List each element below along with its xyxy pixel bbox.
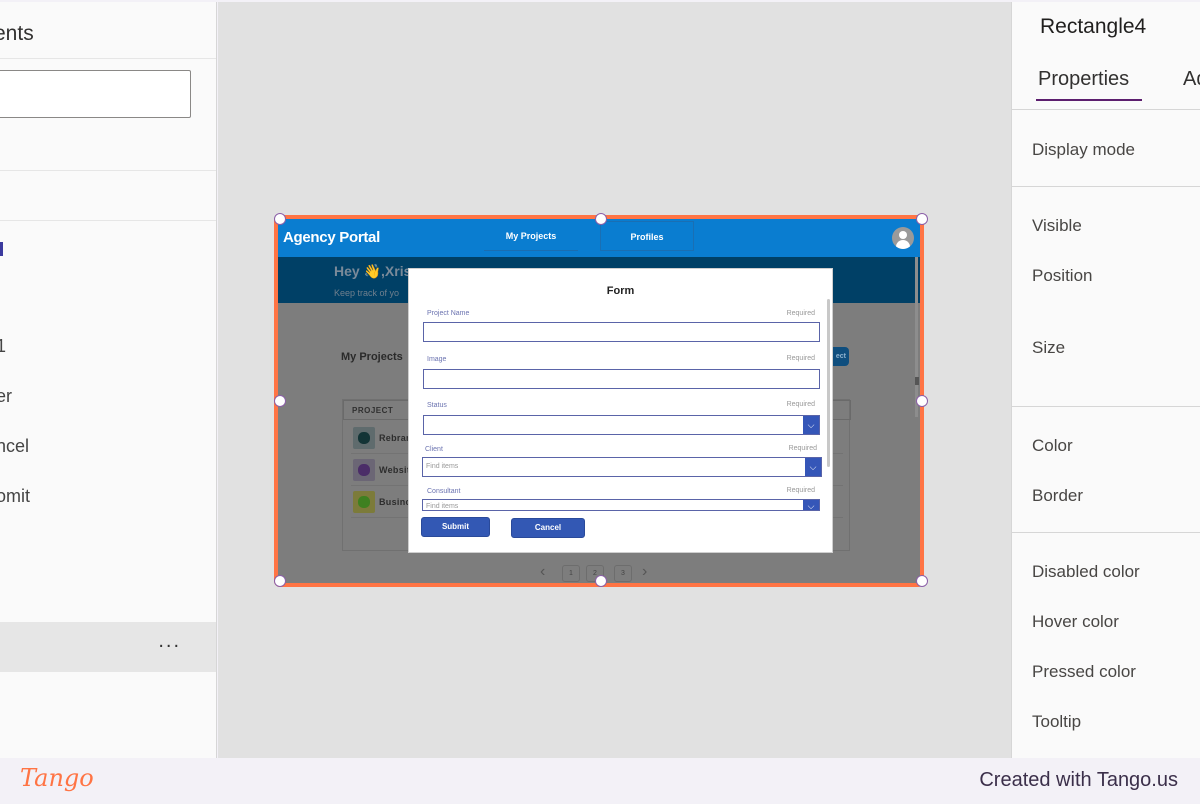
chevron-down-icon[interactable]: ⌵ xyxy=(803,416,819,434)
prev-page-icon[interactable]: ‹ xyxy=(540,563,545,581)
resize-handle-bottom-left[interactable] xyxy=(274,575,286,587)
tango-footer: Tango Created with Tango.us xyxy=(0,758,1200,804)
greeting-text: Hey xyxy=(334,263,360,279)
project-name: Businc xyxy=(379,497,411,507)
search-input[interactable] xyxy=(0,70,191,118)
required-indicator: Required xyxy=(786,401,815,408)
project-thumbnail xyxy=(353,459,375,481)
section-title: My Projects xyxy=(341,351,403,363)
status-dropdown[interactable]: ⌵ xyxy=(423,415,820,435)
project-form: Form Project Name Required Image Require… xyxy=(408,268,833,553)
properties-panel: Rectangle4 Properties Ad Display mode Vi… xyxy=(1011,2,1200,758)
panel-title: ents xyxy=(0,22,34,45)
app-scrollbar[interactable] xyxy=(915,257,918,417)
tango-credit: Created with Tango.us xyxy=(979,769,1178,791)
consultant-combobox[interactable]: Find items ⌵ xyxy=(422,499,820,511)
prop-visible[interactable]: Visible xyxy=(1032,216,1082,236)
placeholder: Find items xyxy=(426,503,459,510)
prop-hover-color[interactable]: Hover color xyxy=(1032,612,1119,632)
tree-item[interactable]: omit xyxy=(0,486,30,507)
form-title: Form xyxy=(606,285,635,297)
resize-handle-top-left[interactable] xyxy=(274,213,286,225)
tree-view-panel: ents 1 er ncel omit ... xyxy=(0,2,217,758)
client-combobox[interactable]: Find items ⌵ xyxy=(422,457,822,477)
tree-item-marker xyxy=(0,242,3,256)
divider xyxy=(0,220,216,221)
tango-logo: Tango xyxy=(20,764,94,792)
more-options-icon[interactable]: ... xyxy=(158,630,181,653)
placeholder: Find items xyxy=(426,463,459,470)
prop-border[interactable]: Border xyxy=(1032,486,1083,506)
project-name-input[interactable] xyxy=(423,322,820,342)
form-scrollbar[interactable] xyxy=(827,299,830,467)
project-thumbnail xyxy=(353,491,375,513)
cancel-button[interactable]: Cancel xyxy=(511,518,585,538)
field-label-consultant: Consultant xyxy=(427,488,461,495)
screen: ents 1 er ncel omit ... Agency Portal My… xyxy=(0,0,1200,804)
nav-my-projects[interactable]: My Projects xyxy=(484,221,578,251)
field-label-status: Status xyxy=(427,402,447,409)
tree-item-selected[interactable]: ... xyxy=(0,622,216,672)
prop-position[interactable]: Position xyxy=(1032,266,1092,286)
active-tab-indicator xyxy=(1036,99,1142,101)
field-label-project-name: Project Name xyxy=(427,310,470,317)
user-avatar-icon[interactable] xyxy=(892,227,914,249)
required-indicator: Required xyxy=(788,445,817,452)
required-indicator: Required xyxy=(786,355,815,362)
required-indicator: Required xyxy=(786,310,815,317)
greeting: Hey 👋,Xris xyxy=(334,263,411,280)
divider xyxy=(1012,532,1200,533)
page-button[interactable]: 1 xyxy=(562,565,580,582)
resize-handle-left[interactable] xyxy=(274,395,286,407)
required-indicator: Required xyxy=(786,487,815,494)
prop-color[interactable]: Color xyxy=(1032,436,1073,456)
field-label-client: Client xyxy=(425,446,443,453)
tab-advanced[interactable]: Ad xyxy=(1183,68,1200,91)
prop-tooltip[interactable]: Tooltip xyxy=(1032,712,1081,732)
prop-disabled-color[interactable]: Disabled color xyxy=(1032,562,1140,582)
resize-handle-bottom[interactable] xyxy=(595,575,607,587)
resize-handle-right[interactable] xyxy=(916,395,928,407)
nav-profiles[interactable]: Profiles xyxy=(600,221,694,251)
tree-item[interactable]: 1 xyxy=(0,336,6,357)
greeting-name: ,Xris xyxy=(381,263,412,279)
resize-handle-bottom-right[interactable] xyxy=(916,575,928,587)
tree-item[interactable]: ncel xyxy=(0,436,29,457)
app-scrollbar-thumb[interactable] xyxy=(915,377,919,385)
prop-size[interactable]: Size xyxy=(1032,338,1065,358)
chevron-down-icon[interactable]: ⌵ xyxy=(805,458,821,476)
selected-control-name: Rectangle4 xyxy=(1040,15,1147,38)
divider xyxy=(1012,406,1200,407)
prop-pressed-color[interactable]: Pressed color xyxy=(1032,662,1136,682)
project-name: Websit xyxy=(379,465,411,475)
resize-handle-top[interactable] xyxy=(595,213,607,225)
page-button[interactable]: 3 xyxy=(614,565,632,582)
app-title: Agency Portal xyxy=(283,229,380,246)
tab-properties[interactable]: Properties xyxy=(1038,68,1129,91)
project-thumbnail xyxy=(353,427,375,449)
divider xyxy=(0,170,216,171)
divider xyxy=(1012,186,1200,187)
wave-icon: 👋 xyxy=(363,263,382,279)
divider xyxy=(1012,109,1200,110)
chevron-down-icon[interactable]: ⌵ xyxy=(803,500,819,510)
resize-handle-top-right[interactable] xyxy=(916,213,928,225)
field-label-image: Image xyxy=(427,356,447,363)
divider xyxy=(0,58,216,59)
greeting-subtitle: Keep track of yo xyxy=(334,288,400,298)
submit-button[interactable]: Submit xyxy=(421,517,490,537)
tree-item[interactable]: er xyxy=(0,386,12,407)
project-name: Rebran xyxy=(379,433,412,443)
image-input[interactable] xyxy=(423,369,820,389)
next-page-icon[interactable]: › xyxy=(642,563,647,581)
prop-display-mode[interactable]: Display mode xyxy=(1032,140,1135,160)
